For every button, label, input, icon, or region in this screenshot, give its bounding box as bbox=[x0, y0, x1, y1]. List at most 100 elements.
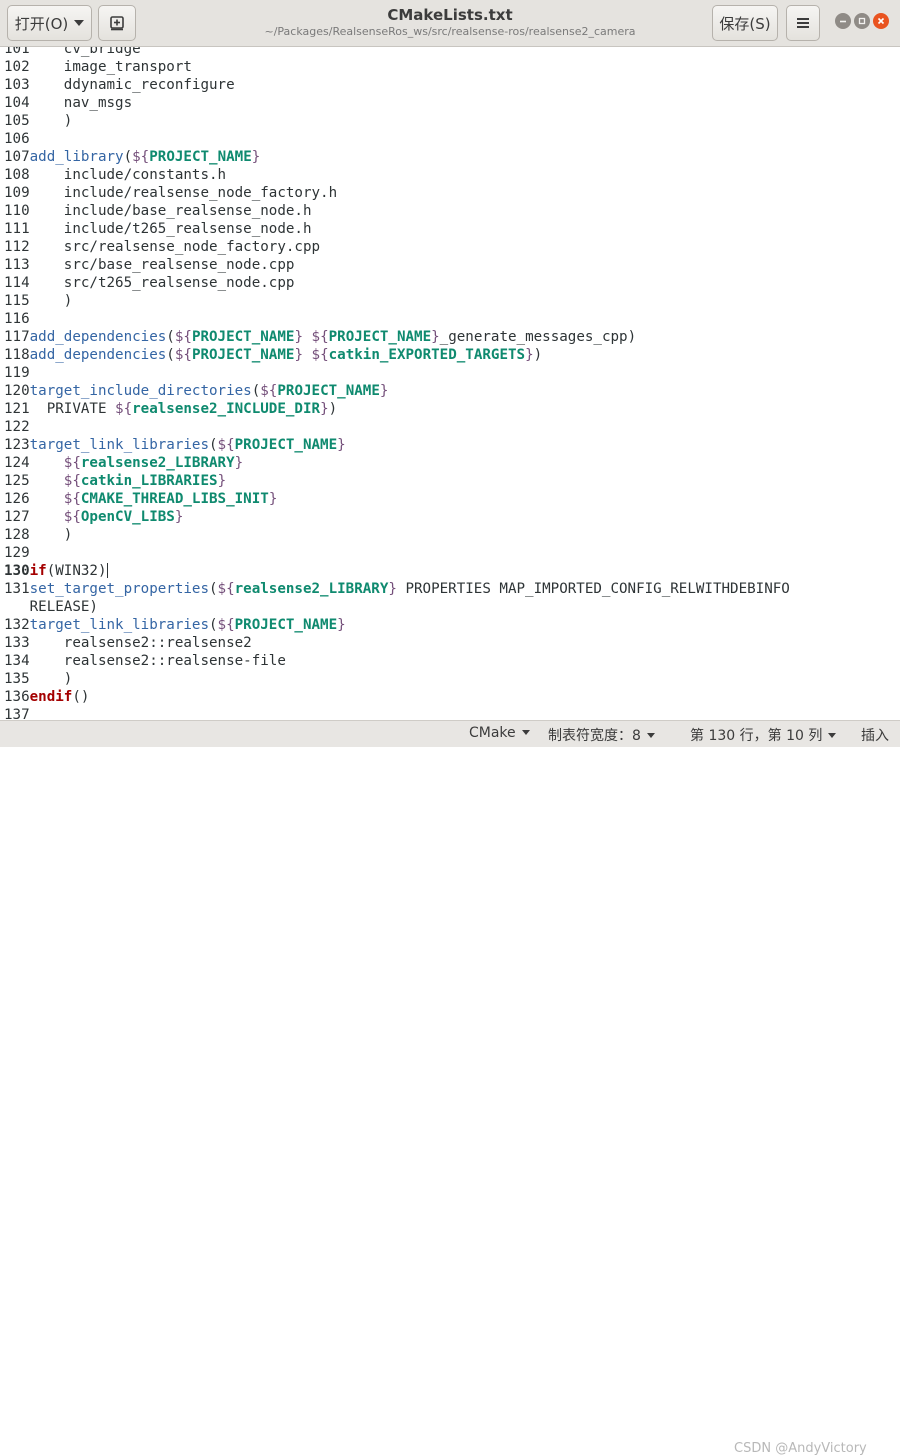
code-token: } bbox=[337, 617, 346, 633]
code-line[interactable]: 129 bbox=[4, 544, 790, 562]
code-line[interactable]: 122 bbox=[4, 418, 790, 436]
code-token: include/constants.h bbox=[29, 167, 227, 183]
code-line[interactable]: 116 bbox=[4, 310, 790, 328]
maximize-button[interactable] bbox=[854, 13, 870, 29]
line-number: 129 bbox=[4, 545, 30, 561]
language-label: CMake bbox=[469, 725, 516, 741]
code-token: ${ bbox=[132, 149, 150, 165]
line-number: 109 bbox=[4, 185, 30, 201]
code-line[interactable]: 136endif() bbox=[4, 688, 790, 706]
code-line[interactable]: 110 include/base_realsense_node.h bbox=[4, 202, 790, 220]
tab-width-selector[interactable]: 制表符宽度：8 bbox=[548, 725, 655, 745]
text-cursor bbox=[106, 563, 108, 578]
line-number: 112 bbox=[4, 239, 30, 255]
code-line[interactable]: 126 ${CMAKE_THREAD_LIBS_INIT} bbox=[4, 490, 790, 508]
line-number: 113 bbox=[4, 257, 30, 273]
close-button[interactable] bbox=[873, 13, 889, 29]
code-token: set_target_properties bbox=[29, 581, 209, 597]
line-number: 130 bbox=[4, 563, 30, 579]
code-line[interactable]: 109 include/realsense_node_factory.h bbox=[4, 184, 790, 202]
code-line[interactable]: 113 src/base_realsense_node.cpp bbox=[4, 256, 790, 274]
code-token: ${ bbox=[115, 401, 133, 417]
line-number: 110 bbox=[4, 203, 30, 219]
code-token: src/base_realsense_node.cpp bbox=[29, 257, 295, 273]
code-line[interactable]: 114 src/t265_realsense_node.cpp bbox=[4, 274, 790, 292]
code-line[interactable]: 106 bbox=[4, 130, 790, 148]
code-line[interactable]: 102 image_transport bbox=[4, 58, 790, 76]
code-line[interactable]: 103 ddynamic_reconfigure bbox=[4, 76, 790, 94]
code-view[interactable]: 101 cv_bridge 102 image_transport 103 ddyn… bbox=[4, 47, 790, 720]
code-line[interactable]: 132target_link_libraries(${PROJECT_NAME} bbox=[4, 616, 790, 634]
insert-mode-indicator: 插入 bbox=[861, 728, 889, 744]
code-line[interactable]: 135 ) bbox=[4, 670, 790, 688]
code-line[interactable]: 112 src/realsense_node_factory.cpp bbox=[4, 238, 790, 256]
code-line[interactable]: 124 ${realsense2_LIBRARY} bbox=[4, 454, 790, 472]
code-token: ${ bbox=[217, 617, 235, 633]
line-number: 111 bbox=[4, 221, 30, 237]
line-number: 101 bbox=[4, 47, 30, 57]
code-line[interactable]: 107add_library(${PROJECT_NAME} bbox=[4, 148, 790, 166]
line-number: 137 bbox=[4, 707, 30, 720]
code-line[interactable]: 101 cv_bridge bbox=[4, 47, 790, 58]
code-token: } bbox=[525, 347, 534, 363]
code-line[interactable]: 127 ${OpenCV_LIBS} bbox=[4, 508, 790, 526]
code-token: realsense2_LIBRARY bbox=[234, 581, 389, 597]
cursor-position-label: 第 130 行，第 10 列 bbox=[690, 728, 823, 744]
window-title: CMakeLists.txt bbox=[387, 6, 513, 24]
code-line[interactable]: 117add_dependencies(${PROJECT_NAME} ${PR… bbox=[4, 328, 790, 346]
code-token: image_transport bbox=[29, 59, 192, 75]
code-line[interactable]: 115 ) bbox=[4, 292, 790, 310]
minimize-button[interactable] bbox=[835, 13, 851, 29]
language-selector[interactable]: CMake bbox=[469, 725, 530, 741]
code-token: ( bbox=[209, 437, 218, 453]
code-token: endif bbox=[29, 689, 73, 705]
code-token: PROJECT_NAME bbox=[234, 437, 338, 453]
code-line[interactable]: 137 bbox=[4, 706, 790, 720]
code-line[interactable]: 119 bbox=[4, 364, 790, 382]
code-token: ${ bbox=[217, 581, 235, 597]
text-editor[interactable]: 101 cv_bridge 102 image_transport 103 ddyn… bbox=[0, 47, 900, 720]
code-token: ( bbox=[209, 617, 218, 633]
code-line[interactable]: 123target_link_libraries(${PROJECT_NAME} bbox=[4, 436, 790, 454]
code-line[interactable]: 120target_include_directories(${PROJECT_… bbox=[4, 382, 790, 400]
code-line[interactable]: 108 include/constants.h bbox=[4, 166, 790, 184]
menu-button[interactable] bbox=[786, 5, 820, 41]
code-line[interactable]: 131set_target_properties(${realsense2_LI… bbox=[4, 580, 790, 598]
line-number: 108 bbox=[4, 167, 30, 183]
code-token: } bbox=[234, 455, 244, 471]
open-button[interactable]: 打开(O) bbox=[7, 5, 92, 41]
code-line[interactable]: 105 ) bbox=[4, 112, 790, 130]
close-icon bbox=[877, 17, 885, 25]
code-token: realsense2::realsense2 bbox=[29, 635, 252, 651]
code-line[interactable]: 128 ) bbox=[4, 526, 790, 544]
maximize-icon bbox=[858, 17, 866, 25]
code-line[interactable]: 111 include/t265_realsense_node.h bbox=[4, 220, 790, 238]
code-token: add_dependencies bbox=[29, 347, 167, 363]
code-token: PROPERTIES MAP_IMPORTED_CONFIG_RELWITHDE… bbox=[396, 581, 790, 597]
code-token: include/t265_realsense_node.h bbox=[29, 221, 312, 237]
code-line[interactable]: RELEASE) bbox=[4, 598, 790, 616]
line-number: 120 bbox=[4, 383, 30, 399]
code-token: OpenCV_LIBS bbox=[80, 509, 175, 525]
code-token: cv_bridge bbox=[29, 47, 141, 57]
code-token: catkin_EXPORTED_TARGETS bbox=[328, 347, 526, 363]
code-line[interactable]: 133 realsense2::realsense2 bbox=[4, 634, 790, 652]
code-token: ${ bbox=[311, 329, 329, 345]
code-token: PRIVATE bbox=[29, 401, 116, 417]
code-line[interactable]: 121 PRIVATE ${realsense2_INCLUDE_DIR}) bbox=[4, 400, 790, 418]
code-token: _generate_messages_cpp) bbox=[439, 329, 637, 345]
code-line[interactable]: 118add_dependencies(${PROJECT_NAME} ${ca… bbox=[4, 346, 790, 364]
code-token: include/realsense_node_factory.h bbox=[29, 185, 338, 201]
code-line[interactable]: 130if(WIN32) bbox=[4, 562, 790, 580]
code-token: ) bbox=[29, 527, 73, 543]
cursor-position-selector[interactable]: 第 130 行，第 10 列 bbox=[690, 725, 837, 745]
code-token: PROJECT_NAME bbox=[234, 617, 338, 633]
save-button[interactable]: 保存(S) bbox=[712, 5, 778, 41]
new-document-button[interactable] bbox=[98, 5, 136, 41]
code-line[interactable]: 104 nav_msgs bbox=[4, 94, 790, 112]
line-number: 136 bbox=[4, 689, 30, 705]
code-line[interactable]: 134 realsense2::realsense-file bbox=[4, 652, 790, 670]
chevron-down-icon bbox=[74, 20, 85, 26]
code-line[interactable]: 125 ${catkin_LIBRARIES} bbox=[4, 472, 790, 490]
